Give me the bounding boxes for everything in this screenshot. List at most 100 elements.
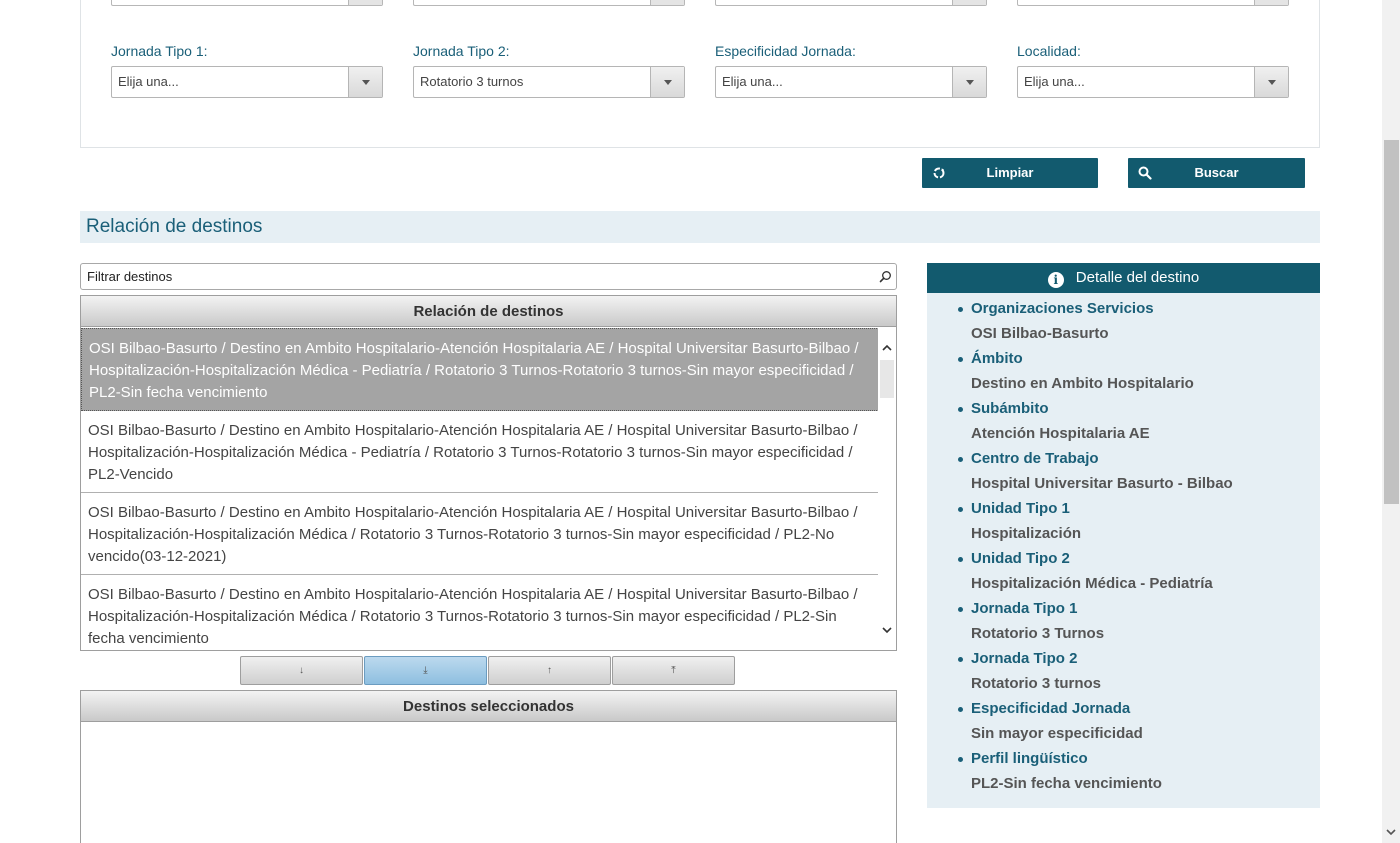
page: Jornada Tipo 1: Elija una... Jornada Tip… bbox=[0, 0, 1400, 843]
detail-key: Ámbito bbox=[971, 346, 1320, 371]
list-item[interactable]: OSI Bilbao-Basurto / Destino en Ambito H… bbox=[81, 411, 879, 493]
selected-destinations-panel: Destinos seleccionados bbox=[80, 690, 897, 843]
move-all-up-button[interactable]: ⤒ bbox=[612, 656, 735, 685]
filter-destinos-input[interactable] bbox=[87, 264, 867, 289]
chevron-down-icon bbox=[362, 80, 370, 85]
detail-key: Subámbito bbox=[971, 396, 1320, 421]
detail-item: Unidad Tipo 2 Hospitalización Médica - Pe… bbox=[971, 546, 1320, 596]
detail-key: Centro de Trabajo bbox=[971, 446, 1320, 471]
selected-destinations-header: Destinos seleccionados bbox=[81, 691, 896, 722]
detail-value: Destino en Ambito Hospitalario bbox=[971, 375, 1194, 392]
chevron-down-icon bbox=[966, 80, 974, 85]
select-value: Elija una... bbox=[722, 74, 783, 89]
section-title: Relación de destinos bbox=[86, 216, 263, 237]
arrow-up-to-line-icon: ⤒ bbox=[671, 665, 676, 676]
destinations-list: OSI Bilbao-Basurto / Destino en Ambito H… bbox=[81, 328, 879, 650]
jornada-tipo-2-select[interactable]: Rotatorio 3 turnos bbox=[413, 66, 685, 98]
upper-select-1[interactable] bbox=[111, 0, 383, 6]
detail-value: PL2-Sin fecha vencimiento bbox=[971, 775, 1162, 792]
select-value: Rotatorio 3 turnos bbox=[420, 74, 524, 89]
select-arrow bbox=[1254, 67, 1288, 97]
select-arrow bbox=[650, 67, 684, 97]
select-arrow bbox=[952, 67, 986, 97]
chevron-down-icon bbox=[1268, 80, 1276, 85]
detail-key: Organizaciones Servicios bbox=[971, 296, 1320, 321]
list-scrollbar[interactable] bbox=[878, 328, 896, 650]
detail-item: Perfil lingüístico PL2-Sin fecha vencimie… bbox=[971, 746, 1320, 796]
clear-button-label: Limpiar bbox=[986, 165, 1034, 180]
search-button-label: Buscar bbox=[1194, 165, 1239, 180]
field-jornada-tipo-1: Jornada Tipo 1: Elija una... bbox=[111, 42, 383, 98]
move-up-button[interactable]: ↑ bbox=[488, 656, 611, 685]
move-all-down-button[interactable]: ⤓ bbox=[364, 656, 487, 685]
detail-key: Jornada Tipo 1 bbox=[971, 596, 1320, 621]
field-localidad: Localidad: Elija una... bbox=[1017, 42, 1289, 98]
select-arrow bbox=[650, 0, 684, 5]
localidad-select[interactable]: Elija una... bbox=[1017, 66, 1289, 98]
arrow-down-to-line-icon: ⤓ bbox=[423, 665, 428, 676]
page-scrollbar[interactable] bbox=[1382, 0, 1400, 843]
detail-key: Perfil lingüístico bbox=[971, 746, 1320, 771]
field-label: Localidad: bbox=[1017, 43, 1081, 59]
select-arrow bbox=[348, 67, 382, 97]
detail-key: Especificidad Jornada bbox=[971, 696, 1320, 721]
list-scroll-thumb[interactable] bbox=[880, 360, 894, 398]
upper-select-4[interactable] bbox=[1017, 0, 1289, 6]
list-item[interactable]: OSI Bilbao-Basurto / Destino en Ambito H… bbox=[81, 493, 879, 575]
search-button[interactable]: Buscar bbox=[1128, 158, 1305, 188]
field-label: Especificidad Jornada: bbox=[715, 43, 856, 59]
destination-detail-panel: i Detalle del destino Organizaciones Serv… bbox=[927, 263, 1320, 808]
section-header: Relación de destinos bbox=[80, 211, 1320, 243]
detail-item: Ámbito Destino en Ambito Hospitalario bbox=[971, 346, 1320, 396]
jornada-tipo-1-select[interactable]: Elija una... bbox=[111, 66, 383, 98]
destination-detail-title: Detalle del destino bbox=[1075, 269, 1200, 286]
detail-item: Jornada Tipo 2 Rotatorio 3 turnos bbox=[971, 646, 1320, 696]
field-label: Jornada Tipo 2: bbox=[413, 43, 510, 59]
move-down-button[interactable]: ↓ bbox=[240, 656, 363, 685]
list-item[interactable]: OSI Bilbao-Basurto / Destino en Ambito H… bbox=[81, 328, 879, 411]
detail-value: Hospital Universitar Basurto - Bilbao bbox=[971, 475, 1233, 492]
field-label: Jornada Tipo 1: bbox=[111, 43, 208, 59]
detail-key: Jornada Tipo 2 bbox=[971, 646, 1320, 671]
field-jornada-tipo-2: Jornada Tipo 2: Rotatorio 3 turnos bbox=[413, 42, 685, 98]
detail-value: Atención Hospitalaria AE bbox=[971, 425, 1150, 442]
chevron-down-icon[interactable] bbox=[881, 624, 893, 636]
destinations-list-header: Relación de destinos bbox=[81, 296, 896, 327]
detail-key: Unidad Tipo 2 bbox=[971, 546, 1320, 571]
detail-list: Organizaciones Servicios OSI Bilbao-Basur… bbox=[927, 293, 1320, 796]
detail-value: Sin mayor especificidad bbox=[971, 725, 1143, 742]
filter-destinos-field[interactable] bbox=[80, 263, 897, 290]
detail-value: OSI Bilbao-Basurto bbox=[971, 325, 1109, 342]
detail-value: Rotatorio 3 Turnos bbox=[971, 625, 1105, 642]
select-arrow bbox=[952, 0, 986, 5]
detail-item: Subámbito Atención Hospitalaria AE bbox=[971, 396, 1320, 446]
page-scroll-thumb[interactable] bbox=[1384, 140, 1399, 504]
detail-item: Unidad Tipo 1 Hospitalización bbox=[971, 496, 1320, 546]
destinations-list-panel: Relación de destinos OSI Bilbao-Basurto … bbox=[80, 295, 897, 651]
list-item[interactable]: OSI Bilbao-Basurto / Destino en Ambito H… bbox=[81, 575, 879, 650]
detail-value: Rotatorio 3 turnos bbox=[971, 675, 1101, 692]
detail-item: Centro de Trabajo Hospital Universitar Ba… bbox=[971, 446, 1320, 496]
detail-item: Jornada Tipo 1 Rotatorio 3 Turnos bbox=[971, 596, 1320, 646]
clear-button[interactable]: Limpiar bbox=[922, 158, 1098, 188]
detail-value: Hospitalización bbox=[971, 525, 1082, 542]
search-icon bbox=[879, 271, 891, 283]
upper-select-3[interactable] bbox=[715, 0, 987, 6]
select-value: Elija una... bbox=[1024, 74, 1085, 89]
chevron-down-icon[interactable] bbox=[1385, 826, 1397, 841]
select-arrow bbox=[1254, 0, 1288, 5]
chevron-down-icon bbox=[664, 80, 672, 85]
select-arrow bbox=[348, 0, 382, 5]
arrow-up-icon: ↑ bbox=[547, 665, 552, 676]
detail-value: Hospitalización Médica - Pediatría bbox=[971, 575, 1213, 592]
upper-select-2[interactable] bbox=[413, 0, 685, 6]
select-value: Elija una... bbox=[118, 74, 179, 89]
especificidad-jornada-select[interactable]: Elija una... bbox=[715, 66, 987, 98]
detail-item: Organizaciones Servicios OSI Bilbao-Basur… bbox=[971, 296, 1320, 346]
field-especificidad-jornada: Especificidad Jornada: Elija una... bbox=[715, 42, 987, 98]
chevron-up-icon[interactable] bbox=[881, 342, 893, 354]
detail-key: Unidad Tipo 1 bbox=[971, 496, 1320, 521]
info-icon: i bbox=[1047, 272, 1064, 288]
arrow-down-icon: ↓ bbox=[299, 665, 304, 676]
destination-detail-header: i Detalle del destino bbox=[927, 263, 1320, 293]
